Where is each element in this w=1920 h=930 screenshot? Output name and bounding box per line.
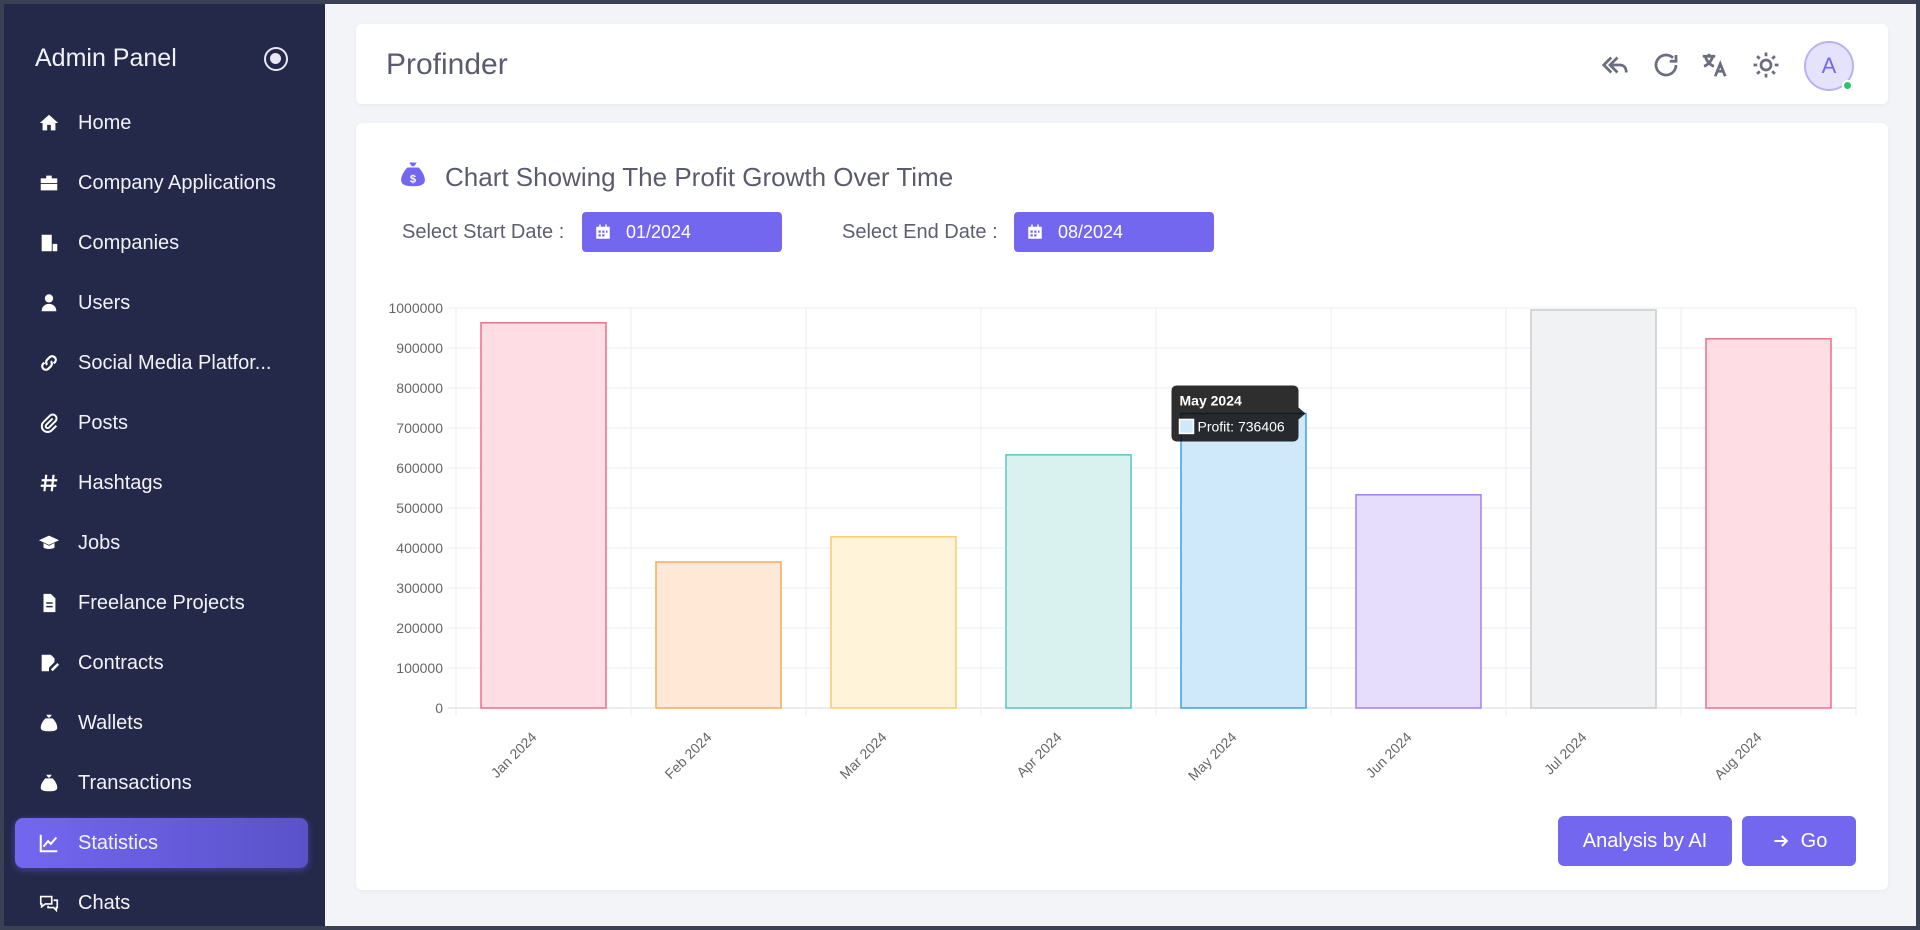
sidebar-item-freelance-projects[interactable]: Freelance Projects xyxy=(15,578,308,628)
sidebar-item-chats[interactable]: Chats xyxy=(15,878,308,926)
money-bag-icon xyxy=(36,770,62,796)
sidebar-item-hashtags[interactable]: Hashtags xyxy=(15,458,308,508)
paperclip-icon xyxy=(36,410,62,436)
go-button-label: Go xyxy=(1800,829,1828,852)
chat-icon xyxy=(36,890,62,916)
y-tick-label: 600000 xyxy=(396,460,443,476)
go-button[interactable]: Go xyxy=(1742,816,1856,866)
sun-icon[interactable] xyxy=(1751,50,1781,80)
bar xyxy=(1355,494,1482,709)
sidebar-item-transactions[interactable]: Transactions xyxy=(15,758,308,808)
sidebar-item-label: Company Applications xyxy=(78,171,276,194)
sidebar-item-label: Statistics xyxy=(78,831,159,854)
sidebar-item-company-applications[interactable]: Company Applications xyxy=(15,158,308,208)
y-tick-label: 500000 xyxy=(396,500,443,516)
x-tick-label: Jun 2024 xyxy=(1363,729,1415,781)
profit-bar-chart: 0 100000 200000 300000 400000 500000 600000 700… xyxy=(388,300,1857,784)
x-tick-label: Jan 2024 xyxy=(488,729,540,781)
signature-icon xyxy=(36,650,62,676)
home-icon xyxy=(36,110,62,136)
tooltip-value: Profit: 736406 xyxy=(1198,418,1285,434)
chart-line-icon xyxy=(36,830,62,856)
sidebar-item-label: Chats xyxy=(78,891,131,914)
refresh-icon[interactable] xyxy=(1651,50,1681,80)
arrow-right-icon xyxy=(1773,835,1788,847)
sidebar-item-companies[interactable]: Companies xyxy=(15,218,308,268)
hashtag-icon xyxy=(36,470,62,496)
sidebar-item-contracts[interactable]: Contracts xyxy=(15,638,308,688)
tooltip-title: May 2024 xyxy=(1180,392,1242,408)
sidebar-title: Admin Panel xyxy=(35,44,177,72)
x-tick-label: Jul 2024 xyxy=(1541,729,1590,778)
sidebar-item-label: Contracts xyxy=(78,651,164,674)
bar xyxy=(1705,338,1832,709)
y-tick-label: 700000 xyxy=(396,420,443,436)
bar xyxy=(1005,454,1132,709)
sidebar-item-label: Companies xyxy=(78,231,180,254)
bar xyxy=(830,536,957,709)
y-tick-label: 0 xyxy=(435,700,443,716)
y-tick-label: 400000 xyxy=(396,540,443,556)
statistics-card: $ Chart Showing The Profit Growth Over T… xyxy=(356,123,1888,890)
sidebar-item-social-media[interactable]: Social Media Platfor... xyxy=(15,338,308,388)
bar xyxy=(655,561,782,709)
sidebar-item-label: Social Media Platfor... xyxy=(78,351,272,374)
money-bag-icon xyxy=(36,710,62,736)
topbar: Profinder A xyxy=(356,24,1888,104)
sidebar-item-users[interactable]: Users xyxy=(15,278,308,328)
bar xyxy=(1180,412,1307,709)
x-tick-label: Mar 2024 xyxy=(836,729,889,782)
file-icon xyxy=(36,590,62,616)
briefcase-icon xyxy=(36,170,62,196)
sidebar-item-home[interactable]: Home xyxy=(15,98,308,148)
analysis-by-ai-button[interactable]: Analysis by AI xyxy=(1558,816,1732,866)
sidebar-item-label: Home xyxy=(78,111,132,134)
x-tick-label: Apr 2024 xyxy=(1013,729,1065,781)
app-frame: Admin Panel Home Company Applications Co… xyxy=(4,4,1916,926)
y-tick-label: 900000 xyxy=(396,340,443,356)
link-icon xyxy=(36,350,62,376)
sidebar-item-label: Freelance Projects xyxy=(78,591,245,614)
sidebar-item-wallets[interactable]: Wallets xyxy=(15,698,308,748)
bar xyxy=(480,322,607,709)
x-tick-label: May 2024 xyxy=(1185,729,1240,784)
x-tick-label: Feb 2024 xyxy=(661,729,714,782)
y-tick-label: 800000 xyxy=(396,380,443,396)
translate-icon[interactable] xyxy=(1699,50,1729,80)
graduation-cap-icon xyxy=(36,530,62,556)
tooltip-swatch xyxy=(1178,418,1195,435)
sidebar-item-statistics[interactable]: Statistics xyxy=(15,818,308,868)
building-icon xyxy=(36,230,62,256)
user-icon xyxy=(36,290,62,316)
sidebar-item-label: Transactions xyxy=(78,771,192,794)
sidebar-item-label: Wallets xyxy=(78,711,143,734)
x-tick-label: Aug 2024 xyxy=(1711,729,1765,783)
sidebar-item-jobs[interactable]: Jobs xyxy=(15,518,308,568)
sidebar-item-posts[interactable]: Posts xyxy=(15,398,308,448)
y-tick-label: 100000 xyxy=(396,660,443,676)
sidebar-item-label: Jobs xyxy=(78,531,121,554)
online-status-indicator xyxy=(1842,80,1853,91)
reply-all-icon[interactable] xyxy=(1600,50,1630,80)
sidebar-toggle-icon[interactable] xyxy=(264,47,288,71)
sidebar-item-label: Posts xyxy=(78,411,129,434)
y-tick-label: 1000000 xyxy=(388,300,443,316)
y-tick-label: 300000 xyxy=(396,580,443,596)
sidebar-item-label: Users xyxy=(78,291,131,314)
bar xyxy=(1530,309,1657,709)
sidebar-item-label: Hashtags xyxy=(78,471,163,494)
app-title: Profinder xyxy=(386,48,508,81)
y-tick-label: 200000 xyxy=(396,620,443,636)
sidebar: Admin Panel Home Company Applications Co… xyxy=(4,4,325,926)
